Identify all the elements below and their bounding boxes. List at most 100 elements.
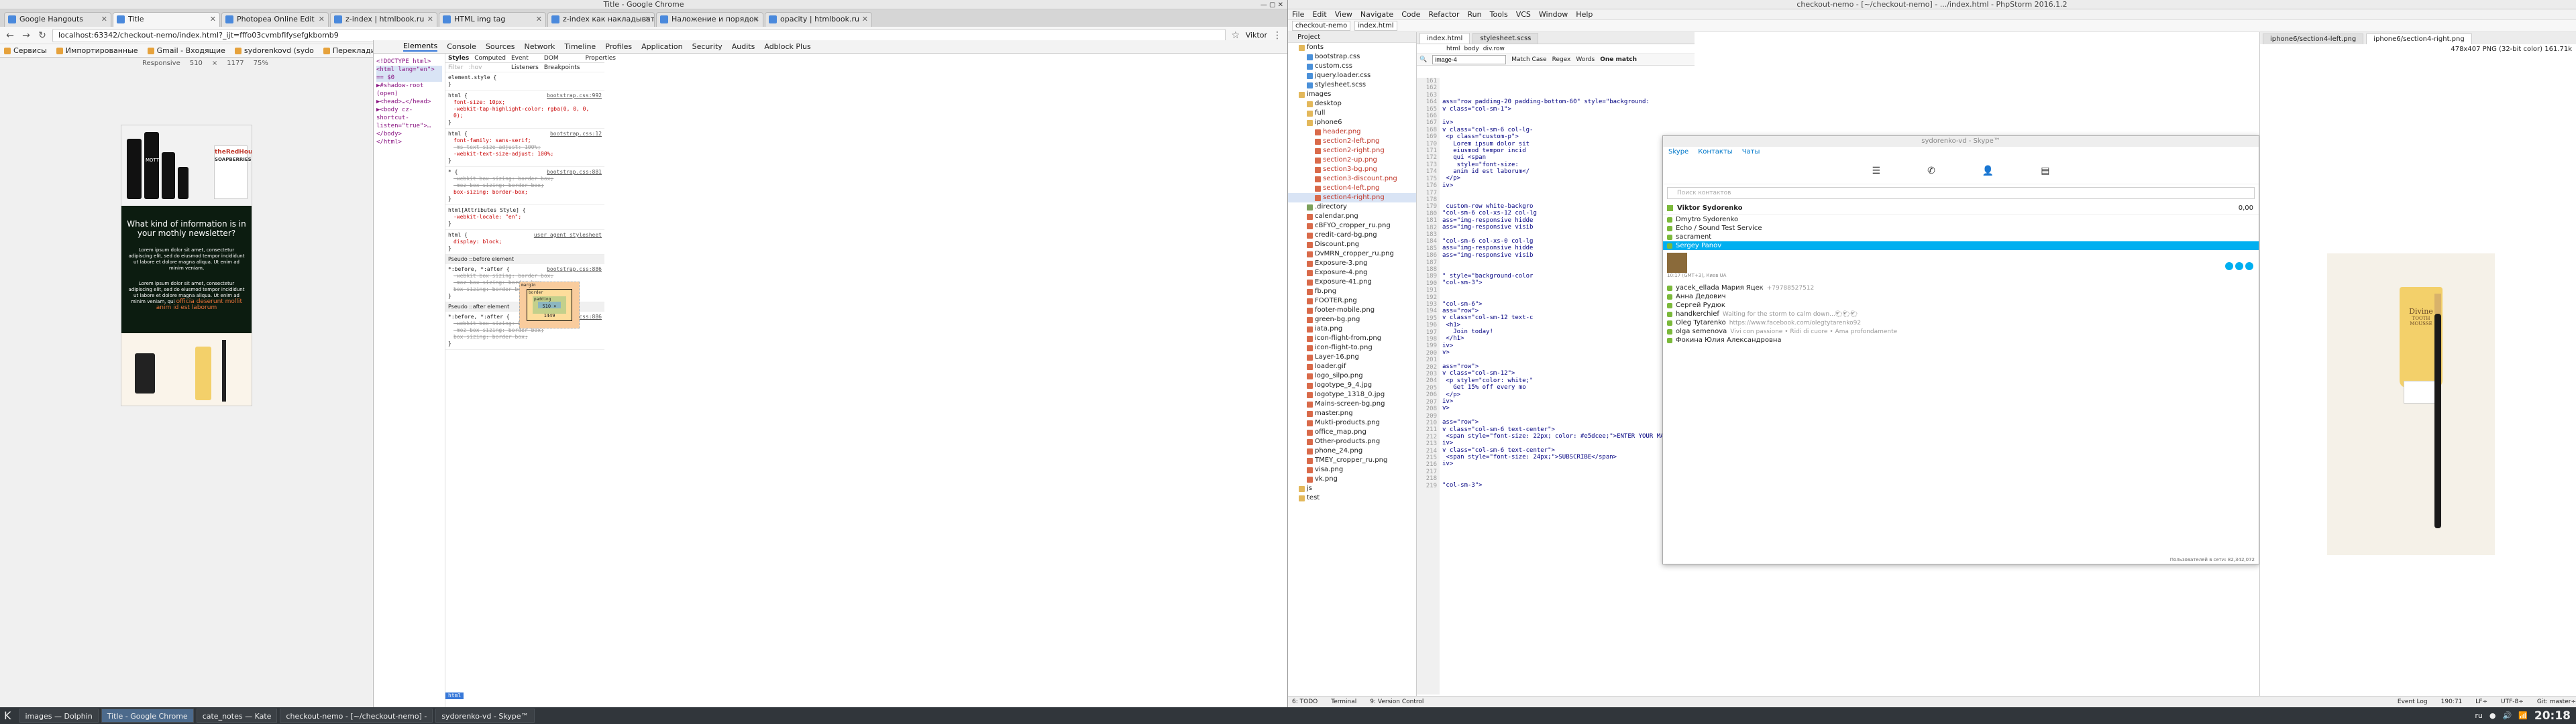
- code-line[interactable]: [1442, 266, 1695, 273]
- code-line[interactable]: v>: [1442, 349, 1695, 356]
- forward-icon[interactable]: →: [20, 30, 32, 41]
- project-tree-node[interactable]: section3-bg.png: [1288, 165, 1416, 174]
- image-tab[interactable]: iphone6/section4-right.png: [2366, 34, 2472, 44]
- project-tree-node[interactable]: logo_silpo.png: [1288, 371, 1416, 381]
- close-tab-icon[interactable]: ✕: [753, 13, 759, 26]
- browser-tab[interactable]: Google Hangouts ✕: [4, 12, 111, 27]
- bookmark-item[interactable]: Сервисы: [4, 46, 47, 55]
- project-tree-node[interactable]: DvMRN_cropper_ru.png: [1288, 249, 1416, 259]
- status-item[interactable]: Git: master÷: [2537, 699, 2576, 705]
- back-icon[interactable]: ←: [4, 30, 16, 41]
- project-tree-node[interactable]: section2-left.png: [1288, 137, 1416, 146]
- code-lines[interactable]: ass="row padding-20 padding-bottom-60" s…: [1440, 78, 1695, 695]
- project-tree-node[interactable]: iata.png: [1288, 324, 1416, 334]
- code-line[interactable]: eiusmod tempor incid: [1442, 147, 1695, 154]
- code-line[interactable]: style="font-size:: [1442, 162, 1695, 168]
- styles-subtab[interactable]: Event Listeners: [511, 54, 539, 71]
- project-tree-node[interactable]: visa.png: [1288, 465, 1416, 475]
- menu-icon[interactable]: ⋮: [1271, 30, 1283, 41]
- editor-tab[interactable]: index.html: [1419, 33, 1470, 44]
- code-line[interactable]: iv>: [1442, 119, 1695, 126]
- project-tree-node[interactable]: master.png: [1288, 409, 1416, 418]
- editor-tab[interactable]: stylesheet.scss: [1472, 33, 1539, 44]
- css-source-link[interactable]: bootstrap.css:886: [547, 266, 602, 273]
- skype-menu-item[interactable]: Контакты: [1698, 147, 1732, 158]
- project-tree-node[interactable]: Mains-screen-bg.png: [1288, 400, 1416, 409]
- project-tree-node[interactable]: jquery.loader.css: [1288, 71, 1416, 80]
- project-tree-node[interactable]: cBFYO_cropper_ru.png: [1288, 221, 1416, 231]
- css-source-link[interactable]: user agent stylesheet: [534, 232, 602, 239]
- code-crumb[interactable]: div.row: [1483, 44, 1505, 53]
- project-tree-node[interactable]: icon-flight-to.png: [1288, 343, 1416, 353]
- project-tree-node[interactable]: fb.png: [1288, 287, 1416, 296]
- close-tab-icon[interactable]: ✕: [862, 13, 868, 26]
- image-tab[interactable]: iphone6/section4-left.png: [2263, 34, 2364, 44]
- project-tree-node[interactable]: stylesheet.scss: [1288, 80, 1416, 90]
- code-line[interactable]: "col-sm-3">: [1442, 482, 1695, 489]
- css-property[interactable]: font-size: 10px;: [448, 99, 602, 106]
- bookmark-item[interactable]: Импортированные: [56, 46, 138, 55]
- regex-option[interactable]: Regex: [1552, 56, 1571, 63]
- css-property[interactable]: -webkit-tap-highlight-color: rgba(0, 0, …: [448, 106, 602, 119]
- project-tree-node[interactable]: FOOTER.png: [1288, 296, 1416, 306]
- video-call-icon[interactable]: [2225, 262, 2233, 270]
- status-icon[interactable]: [1667, 205, 1673, 211]
- star-icon[interactable]: ☆: [1230, 30, 1242, 41]
- project-tree-node[interactable]: Discount.png: [1288, 240, 1416, 249]
- device-height[interactable]: 1177: [227, 58, 244, 70]
- skype-search-input[interactable]: Поиск контактов: [1667, 187, 2255, 199]
- devtools-tab[interactable]: Adblock Plus: [764, 42, 810, 51]
- css-property[interactable]: display: block;: [448, 239, 602, 245]
- dom-node[interactable]: <!DOCTYPE html>: [376, 58, 442, 66]
- css-property[interactable]: -moz-box-sizing: border-box;: [448, 182, 602, 189]
- code-line[interactable]: iv>: [1442, 343, 1695, 349]
- list-icon[interactable]: ☰: [1872, 166, 1881, 176]
- ide-menu-item[interactable]: Help: [1576, 9, 1593, 19]
- hov-toggle[interactable]: :hov: [469, 64, 482, 71]
- project-tree-node[interactable]: iphone6: [1288, 118, 1416, 127]
- wifi-icon[interactable]: 📶: [2518, 711, 2528, 720]
- code-line[interactable]: ass="img-responsive hidde: [1442, 217, 1695, 224]
- taskbar-task[interactable]: images — Dolphin: [19, 709, 99, 723]
- browser-tab[interactable]: z-index как накладывать сло✕: [547, 12, 655, 27]
- taskbar-task[interactable]: checkout-nemo - [~/checkout-nemo] -: [280, 709, 433, 723]
- css-source-link[interactable]: bootstrap.css:12: [550, 131, 602, 137]
- words-option[interactable]: Words: [1576, 56, 1595, 63]
- project-tree-node[interactable]: logotype_1318_0.jpg: [1288, 390, 1416, 400]
- code-line[interactable]: <span style="font-size: 24px;">SUBSCRIBE…: [1442, 454, 1695, 461]
- code-line[interactable]: <h1>: [1442, 322, 1695, 328]
- code-line[interactable]: ass="row">: [1442, 419, 1695, 426]
- project-tree[interactable]: fonts bootstrap.css custom.css jquery.loade…: [1288, 43, 1416, 503]
- taskbar-task[interactable]: Title - Google Chrome: [101, 709, 194, 723]
- add-contact-icon[interactable]: 👤: [1982, 166, 1994, 176]
- code-line[interactable]: v>: [1442, 405, 1695, 412]
- code-line[interactable]: [1442, 84, 1695, 91]
- chat-icon[interactable]: [2245, 262, 2253, 270]
- code-line[interactable]: ass="img-responsive hidde: [1442, 245, 1695, 251]
- project-tree-node[interactable]: Mukti-products.png: [1288, 418, 1416, 428]
- code-line[interactable]: Lorem ipsum dolor sit: [1442, 141, 1695, 147]
- dom-node[interactable]: </html>: [376, 138, 442, 146]
- devtools-tab[interactable]: Console: [447, 42, 476, 51]
- css-property[interactable]: -webkit-text-size-adjust: 100%;: [448, 151, 602, 158]
- skype-menu-item[interactable]: Чаты: [1742, 147, 1760, 158]
- close-tab-icon[interactable]: ✕: [427, 13, 433, 26]
- skype-contact[interactable]: handkerchief Waiting for the storm to cal…: [1663, 310, 2259, 318]
- project-tree-node[interactable]: green-bg.png: [1288, 315, 1416, 324]
- ide-menu-item[interactable]: View: [1335, 9, 1352, 19]
- code-line[interactable]: ass="img-responsive visib: [1442, 252, 1695, 259]
- code-line[interactable]: [1442, 294, 1695, 300]
- project-tree-node[interactable]: TMEY_cropper_ru.png: [1288, 456, 1416, 465]
- skype-contact[interactable]: sacrament: [1663, 233, 2259, 241]
- css-property[interactable]: box-sizing: border-box;: [448, 189, 602, 196]
- code-line[interactable]: v class="col-sm-12 text-c: [1442, 314, 1695, 321]
- browser-tab[interactable]: Title ✕: [113, 12, 220, 27]
- code-line[interactable]: <p style="color: white;": [1442, 377, 1695, 384]
- device-width[interactable]: 510: [190, 58, 203, 70]
- project-tree-node[interactable]: vk.png: [1288, 475, 1416, 484]
- bookmark-item[interactable]: sydorenkovd (sydo: [234, 46, 314, 55]
- code-line[interactable]: [1442, 92, 1695, 99]
- project-tree-node[interactable]: office_map.png: [1288, 428, 1416, 437]
- code-crumb[interactable]: body: [1464, 44, 1479, 53]
- code-line[interactable]: ass="img-responsive visib: [1442, 224, 1695, 231]
